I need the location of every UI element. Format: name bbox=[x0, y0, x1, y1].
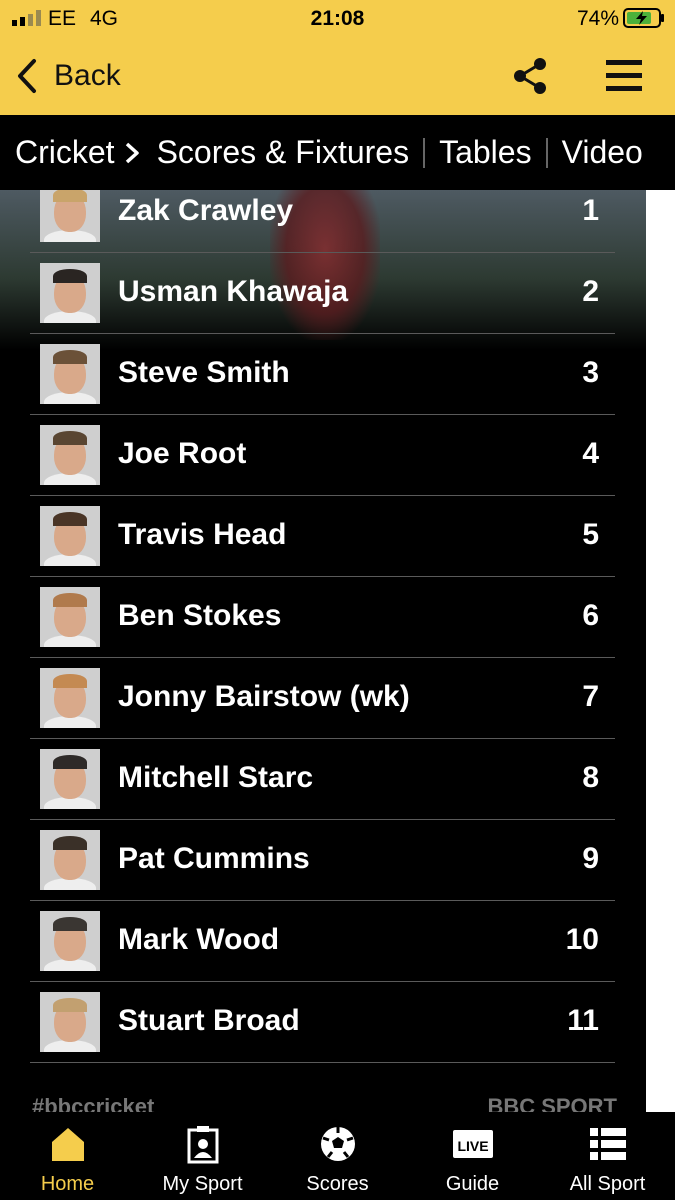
player-name: Jonny Bairstow (wk) bbox=[118, 680, 410, 713]
football-icon bbox=[321, 1127, 355, 1161]
top-bar: EE 4G 21:08 74% Back bbox=[0, 0, 675, 115]
tab-home[interactable]: Home bbox=[0, 1112, 135, 1200]
bottom-tab-bar: Home My Sport Scores LIVE Guide All Spor… bbox=[0, 1112, 675, 1200]
share-icon[interactable] bbox=[510, 56, 550, 96]
player-name: Pat Cummins bbox=[118, 842, 310, 875]
player-photo bbox=[40, 344, 100, 404]
tab-label: Scores bbox=[306, 1173, 369, 1195]
player-photo bbox=[40, 587, 100, 647]
clock: 21:08 bbox=[310, 7, 365, 30]
batting-order-number: 10 bbox=[565, 923, 599, 956]
tab-scores[interactable]: Scores bbox=[270, 1112, 405, 1200]
player-row[interactable]: Mark Wood 10 bbox=[30, 901, 615, 982]
batting-order-number: 11 bbox=[567, 1004, 599, 1037]
nav-video[interactable]: Video bbox=[562, 134, 643, 171]
player-row[interactable]: Ben Stokes 6 bbox=[30, 577, 615, 658]
back-label: Back bbox=[54, 59, 121, 92]
player-row[interactable]: Pat Cummins 9 bbox=[30, 820, 615, 901]
player-row[interactable]: Zak Crawley 1 bbox=[30, 190, 615, 253]
my-sport-icon bbox=[187, 1126, 219, 1164]
batting-order-number: 1 bbox=[582, 194, 599, 227]
team-list-card[interactable]: Zak Crawley 1 Usman Khawaja 2 Steve Smith 3 Jo… bbox=[0, 190, 646, 1112]
player-name: Steve Smith bbox=[118, 356, 290, 389]
player-name: Ben Stokes bbox=[118, 599, 282, 632]
player-name: Mitchell Starc bbox=[118, 761, 314, 794]
card-footer: #bbccricket BBC SPORT bbox=[32, 1098, 617, 1112]
menu-icon[interactable] bbox=[604, 56, 644, 96]
tab-all-sport[interactable]: All Sport bbox=[540, 1112, 675, 1200]
player-name: Mark Wood bbox=[118, 923, 280, 956]
nav-divider bbox=[545, 137, 548, 168]
player-name: Zak Crawley bbox=[118, 194, 294, 227]
nav-tables[interactable]: Tables bbox=[439, 134, 532, 171]
player-photo bbox=[40, 506, 100, 566]
player-row[interactable]: Stuart Broad 11 bbox=[30, 982, 615, 1063]
player-photo bbox=[40, 668, 100, 728]
batting-order-number: 8 bbox=[582, 761, 599, 794]
player-photo bbox=[40, 263, 100, 323]
player-photo bbox=[40, 190, 100, 242]
batting-order-number: 7 bbox=[582, 680, 599, 713]
nav-cricket[interactable]: Cricket bbox=[15, 134, 115, 171]
batting-order-number: 5 bbox=[582, 518, 599, 551]
player-row[interactable]: Jonny Bairstow (wk) 7 bbox=[30, 658, 615, 739]
nav-divider bbox=[423, 137, 426, 168]
player-photo bbox=[40, 749, 100, 809]
chevron-right-icon bbox=[125, 142, 139, 163]
player-name: Travis Head bbox=[118, 518, 287, 551]
home-icon bbox=[52, 1128, 84, 1161]
tab-label: Home bbox=[40, 1173, 95, 1195]
player-name: Joe Root bbox=[118, 437, 247, 470]
nav-scores-fixtures[interactable]: Scores & Fixtures bbox=[157, 134, 410, 171]
app-header: Back bbox=[0, 40, 675, 115]
player-row[interactable]: Usman Khawaja 2 bbox=[30, 253, 615, 334]
live-icon: LIVE bbox=[453, 1130, 493, 1158]
player-row[interactable]: Joe Root 4 bbox=[30, 415, 615, 496]
hashtag-label: #bbccricket bbox=[32, 1098, 155, 1112]
section-nav: Cricket Scores & Fixtures Tables Video bbox=[0, 115, 675, 190]
player-row[interactable]: Mitchell Starc 8 bbox=[30, 739, 615, 820]
batting-order-number: 2 bbox=[582, 275, 599, 308]
batting-order-number: 9 bbox=[582, 842, 599, 875]
player-row[interactable]: Steve Smith 3 bbox=[30, 334, 615, 415]
batting-order-number: 3 bbox=[582, 356, 599, 389]
player-photo bbox=[40, 911, 100, 971]
batting-order-number: 6 bbox=[582, 599, 599, 632]
svg-text:LIVE: LIVE bbox=[457, 1138, 488, 1154]
list-icon bbox=[590, 1128, 626, 1160]
tab-label: Guide bbox=[445, 1173, 500, 1195]
player-name: Usman Khawaja bbox=[118, 275, 349, 308]
battery-charging-icon bbox=[623, 8, 664, 28]
player-photo bbox=[40, 830, 100, 890]
batting-order-number: 4 bbox=[582, 437, 599, 470]
player-list[interactable]: Zak Crawley 1 Usman Khawaja 2 Steve Smith 3 Jo… bbox=[0, 190, 646, 1063]
player-photo bbox=[40, 425, 100, 485]
battery-percent: 74% bbox=[576, 7, 619, 30]
tab-label: All Sport bbox=[569, 1173, 646, 1195]
status-bar: EE 4G 21:08 74% bbox=[0, 0, 675, 38]
tab-label: My Sport bbox=[162, 1173, 243, 1195]
tab-guide[interactable]: LIVE Guide bbox=[405, 1112, 540, 1200]
player-row[interactable]: Travis Head 5 bbox=[30, 496, 615, 577]
tab-my-sport[interactable]: My Sport bbox=[135, 1112, 270, 1200]
bbc-sport-logo: BBC SPORT bbox=[487, 1098, 617, 1112]
player-photo bbox=[40, 992, 100, 1052]
chevron-left-icon bbox=[18, 59, 36, 93]
back-button[interactable]: Back bbox=[14, 54, 121, 98]
player-name: Stuart Broad bbox=[118, 1004, 300, 1037]
